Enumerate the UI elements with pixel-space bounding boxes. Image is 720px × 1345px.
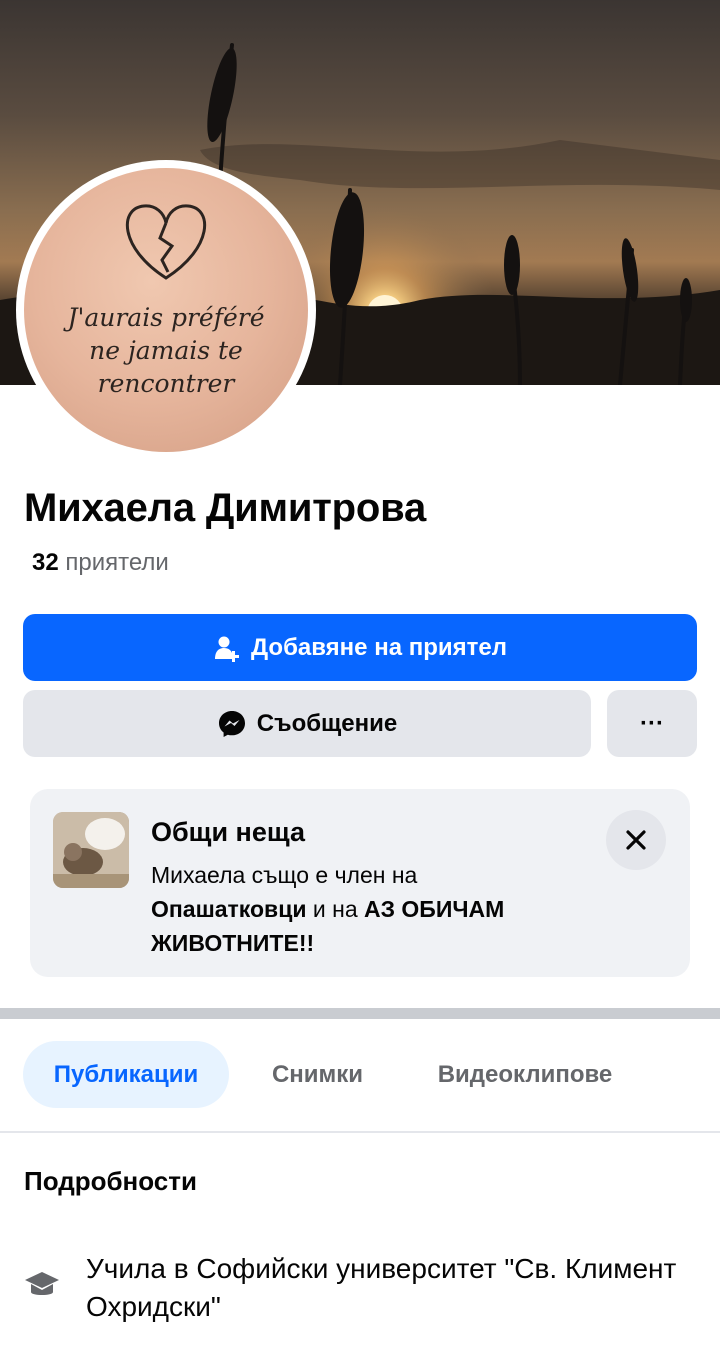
- message-button[interactable]: Съобщение: [23, 690, 591, 757]
- add-friend-icon: [213, 634, 241, 662]
- more-button[interactable]: ···: [607, 690, 697, 757]
- common-things-card: Общи неща Михаела също е член на Опашатк…: [30, 789, 690, 977]
- profile-name: Михаела Димитрова: [24, 486, 427, 530]
- tab-photos[interactable]: Снимки: [245, 1041, 390, 1108]
- connector-text: и на: [306, 896, 364, 922]
- common-line: Михаела също е член на: [151, 862, 418, 888]
- message-label: Съобщение: [256, 709, 398, 737]
- education-detail[interactable]: Учила в Софийски университет "Св. Климен…: [86, 1250, 686, 1326]
- add-friend-button[interactable]: Добавяне на приятел: [23, 614, 697, 681]
- group-thumbnail[interactable]: [53, 812, 129, 888]
- details-title: Подробности: [24, 1166, 197, 1196]
- tattoo-line-3: rencontrer: [97, 369, 235, 398]
- common-things-text: Михаела също е член на Опашатковци и на …: [151, 858, 591, 960]
- friends-label: приятели: [65, 549, 169, 576]
- tab-posts[interactable]: Публикации: [23, 1041, 229, 1108]
- graduation-cap-icon: [24, 1270, 60, 1307]
- close-icon: [626, 830, 646, 850]
- tabs-divider: [0, 1131, 720, 1133]
- friends-count[interactable]: 32 приятели: [32, 549, 169, 577]
- section-divider: [0, 1008, 720, 1019]
- close-button[interactable]: [606, 810, 666, 870]
- add-friend-label: Добавяне на приятел: [251, 633, 507, 661]
- group-link-1[interactable]: Опашатковци: [151, 896, 306, 922]
- more-icon: ···: [640, 709, 664, 737]
- tattoo-line-1: J'aurais préféré: [67, 303, 265, 332]
- messenger-icon: [217, 709, 247, 739]
- tattoo-line-2: ne jamais te: [89, 336, 243, 365]
- tab-videos[interactable]: Видеоклипове: [410, 1041, 640, 1108]
- common-things-title: Общи неща: [151, 817, 306, 847]
- avatar[interactable]: J'aurais préféré ne jamais te rencontrer: [24, 168, 308, 452]
- friends-number: 32: [32, 549, 59, 576]
